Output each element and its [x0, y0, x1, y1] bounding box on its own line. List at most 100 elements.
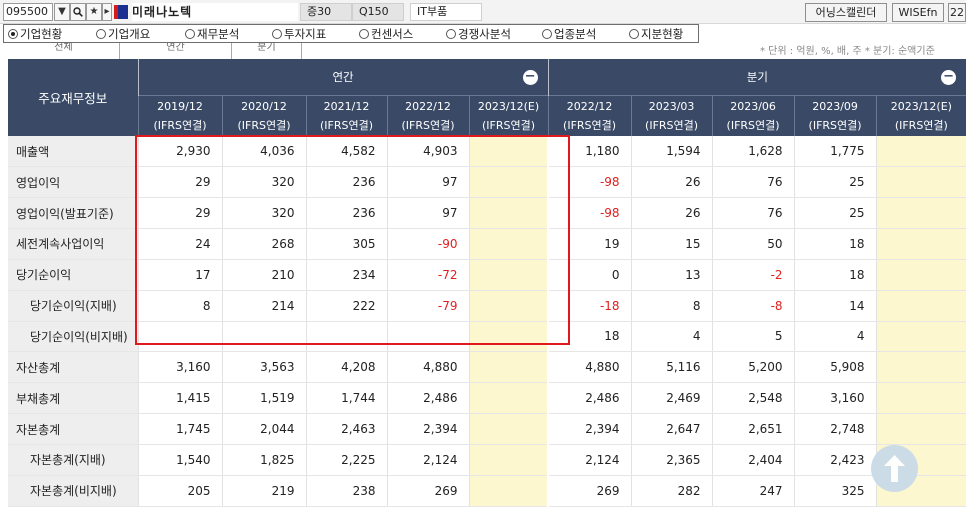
accounting-basis-label: (IFRS연결) [401, 118, 455, 132]
quarter-value-cell [875, 382, 966, 415]
quarter-value-cell: 2,469 [630, 382, 713, 415]
menu-industry-analysis[interactable]: 업종분석 [542, 26, 596, 42]
row-label[interactable]: 영업이익 [8, 166, 138, 199]
scroll-top-button[interactable] [871, 445, 918, 492]
quarter-value-cell [875, 413, 966, 445]
quarter-value-cell: 18 [793, 228, 877, 260]
stock-code-input[interactable]: 095500 [3, 3, 53, 21]
quarter-value-cell: 26 [630, 166, 713, 199]
quarter-value-cell: 13 [630, 259, 713, 291]
unit-note: * 단위 : 억원, %, 배, 주 * 분기: 순액기준 [760, 46, 935, 57]
quarter-value-cell: -2 [711, 259, 795, 291]
earnings-calendar-button[interactable]: 어닝스캘린더 [805, 3, 887, 22]
annual-value-cell: 222 [305, 290, 387, 322]
row-label[interactable]: 당기순이익 [8, 259, 138, 291]
annual-value-cell: 238 [305, 475, 387, 507]
table-row: 영업이익 29 320 236 97 -98 26 76 25 [8, 166, 966, 199]
market-flag-icon [114, 5, 128, 19]
sector-tag: IT부품 [410, 3, 482, 21]
accounting-basis-label: (IFRS연결) [726, 118, 780, 132]
row-label[interactable]: 자본총계 [8, 413, 138, 445]
quarter-value-cell: 18 [547, 321, 632, 353]
row-label[interactable]: 자산총계 [8, 351, 138, 384]
annual-value-cell [468, 197, 549, 230]
accounting-basis-label: (IFRS연결) [645, 118, 699, 132]
annual-value-cell: 2,394 [386, 413, 469, 445]
financial-summary-table: 주요재무정보 연간 − 분기 − 2019/12 (IFRS연결) 2020/12 (… [8, 59, 966, 507]
row-label[interactable]: 자본총계(지배) [8, 444, 138, 476]
radio-icon [96, 29, 106, 39]
annual-value-cell: 29 [137, 166, 222, 199]
quarter-value-cell [875, 228, 966, 260]
accounting-basis-label: (IFRS연결) [153, 118, 207, 132]
annual-value-cell: -72 [386, 259, 469, 291]
table-row: 자본총계 1,745 2,044 2,463 2,394 2,394 2,647 2,651 2… [8, 413, 966, 445]
annual-value-cell: 3,160 [137, 351, 222, 384]
menu-company-overview[interactable]: 기업개요 [96, 26, 150, 42]
table-row: 자본총계(비지배) 205 219 238 269 269 282 247 325 [8, 475, 966, 507]
row-label[interactable]: 세전계속사업이익 [8, 228, 138, 260]
table-corner-header: 주요재무정보 [8, 59, 138, 136]
period-label: 2023/06 [730, 99, 776, 113]
quarter-value-cell: 2,548 [711, 382, 795, 415]
menu-company-status[interactable]: 기업현황 [8, 26, 62, 42]
row-label[interactable]: 부채총계 [8, 382, 138, 415]
quarter-value-cell: 50 [711, 228, 795, 260]
quarter-value-cell: 2,365 [630, 444, 713, 476]
wisefn-button[interactable]: WISEfn [892, 3, 944, 22]
quarter-value-cell: 1,628 [711, 136, 795, 168]
favorite-star-icon[interactable]: ★ [86, 3, 102, 21]
annual-value-cell: 2,930 [137, 136, 222, 168]
annual-value-cell [468, 166, 549, 199]
table-row: 매출액 2,930 4,036 4,582 4,903 1,180 1,594 1,628 1,… [8, 136, 966, 168]
menu-financial-analysis[interactable]: 재무분석 [185, 26, 239, 42]
quarter-value-cell: 18 [793, 259, 877, 291]
quarter-value-cell: 1,594 [630, 136, 713, 168]
row-label[interactable]: 당기순이익(비지배) [8, 321, 138, 353]
quarter-period-header: 2023/09 (IFRS연결) [793, 94, 877, 136]
quarter-value-cell: -98 [547, 166, 632, 199]
extra-button[interactable]: 22 [948, 3, 966, 22]
quarter-group-header: 분기 − [547, 59, 966, 95]
row-label[interactable]: 매출액 [8, 136, 138, 168]
annual-value-cell [468, 290, 549, 322]
annual-value-cell: 219 [221, 475, 306, 507]
period-label: 2019/12 [157, 99, 203, 113]
quarter-value-cell: -98 [547, 197, 632, 230]
annual-value-cell: 29 [137, 197, 222, 230]
annual-period-header: 2022/12 (IFRS연결) [386, 94, 469, 136]
annual-value-cell: 268 [221, 228, 306, 260]
quarter-value-cell [875, 197, 966, 230]
collapse-annual-icon[interactable]: − [522, 70, 538, 85]
quarter-value-cell: 325 [793, 475, 877, 507]
menu-shareholding[interactable]: 지분현황 [629, 26, 683, 42]
period-label: 2023/12(E) [477, 99, 540, 113]
menu-competitor-analysis[interactable]: 경쟁사분석 [446, 26, 511, 42]
accounting-basis-label: (IFRS연결) [894, 118, 948, 132]
row-label[interactable]: 당기순이익(지배) [8, 290, 138, 322]
quarter-value-cell: 25 [793, 197, 877, 230]
menu-consensus[interactable]: 컨센서스 [359, 26, 413, 42]
annual-value-cell: 1,519 [221, 382, 306, 415]
annual-value-cell [468, 413, 549, 445]
quarter-value-cell [875, 290, 966, 322]
annual-value-cell: 1,744 [305, 382, 387, 415]
annual-value-cell: 3,563 [221, 351, 306, 384]
annual-value-cell: 2,044 [221, 413, 306, 445]
dropdown-icon[interactable]: ▼ [54, 3, 70, 21]
period-label: 2022/12 [566, 99, 613, 113]
annual-value-cell: 234 [305, 259, 387, 291]
annual-value-cell: 2,225 [305, 444, 387, 476]
collapse-quarter-icon[interactable]: − [941, 70, 957, 85]
quarter-value-cell: 26 [630, 197, 713, 230]
menu-investment-indicators[interactable]: 투자지표 [272, 26, 326, 42]
quarter-period-header: 2022/12 (IFRS연결) [547, 94, 632, 136]
quarter-value-cell: 5,200 [711, 351, 795, 384]
search-icon[interactable] [70, 3, 86, 21]
radio-icon [185, 29, 195, 39]
annual-value-cell: 8 [137, 290, 222, 322]
row-label[interactable]: 영업이익(발표기준) [8, 197, 138, 230]
stock-name: 미래나노텍 [132, 3, 298, 21]
next-arrow-icon[interactable]: ▸ [102, 3, 112, 21]
row-label[interactable]: 자본총계(비지배) [8, 475, 138, 507]
